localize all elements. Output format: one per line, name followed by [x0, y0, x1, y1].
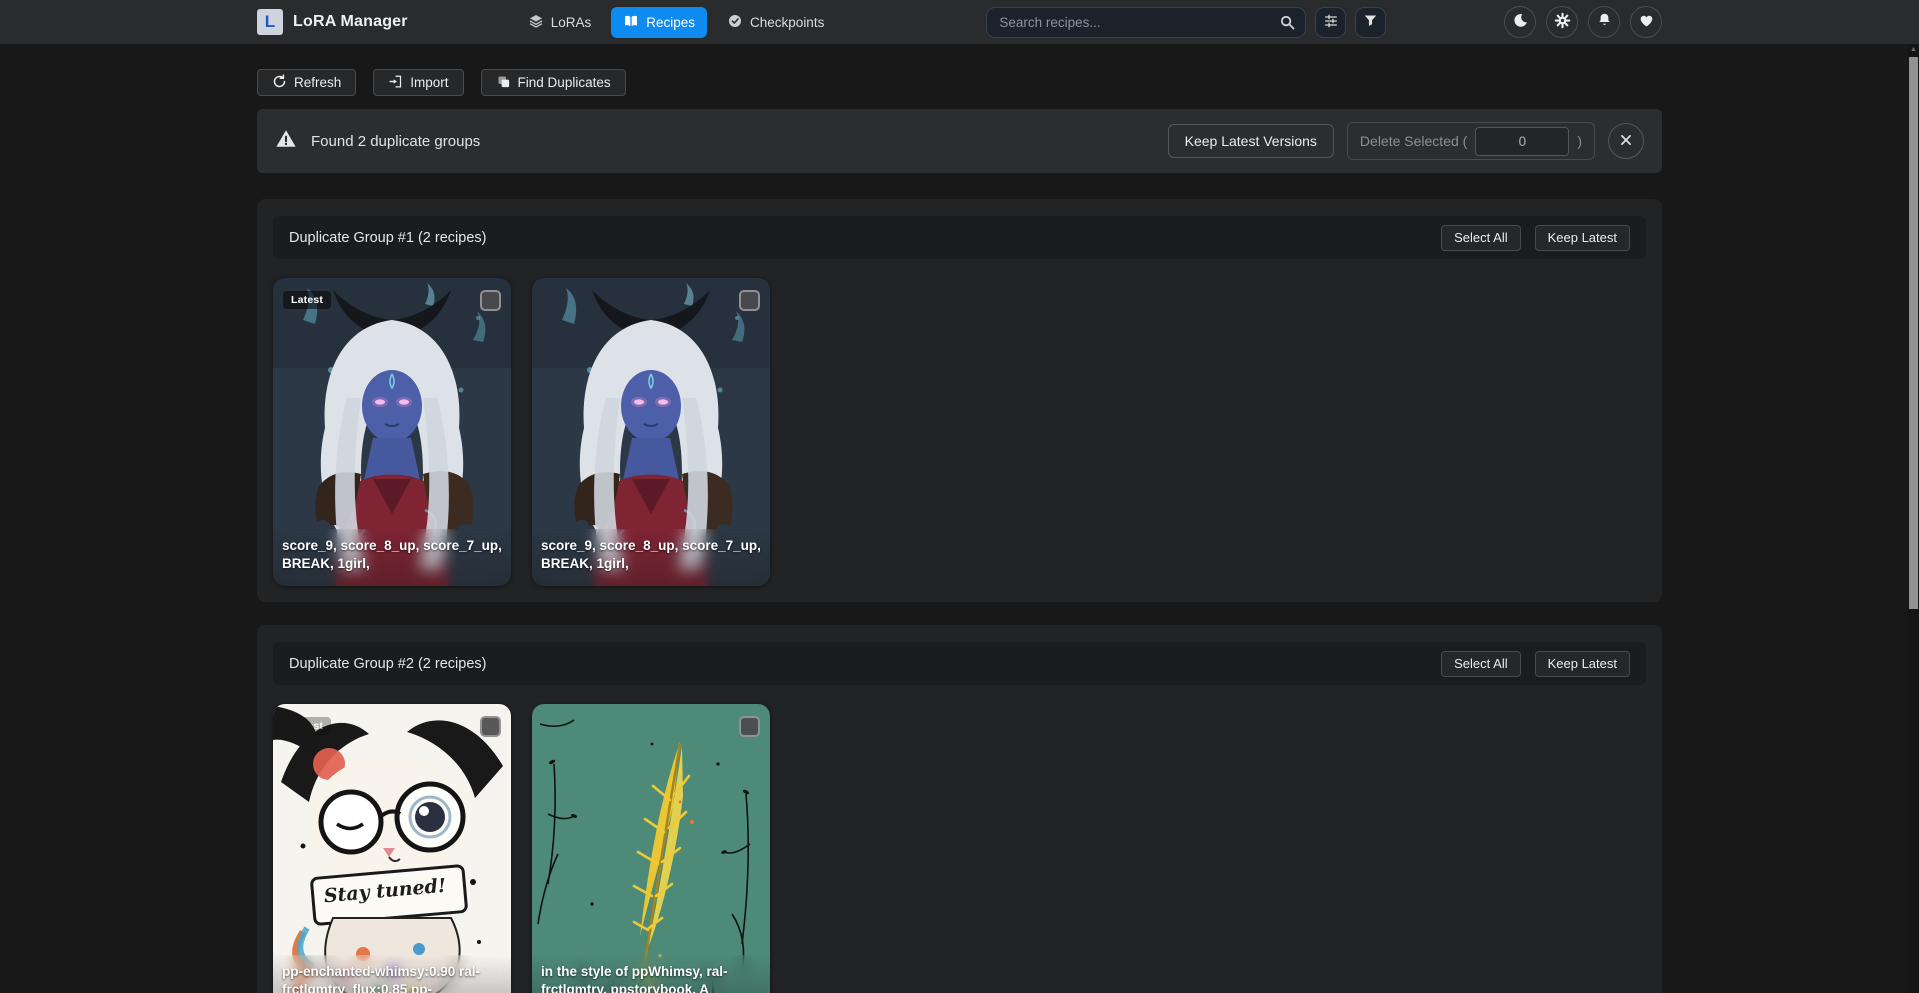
- app-logo[interactable]: L: [257, 9, 283, 35]
- filter-button[interactable]: [1355, 7, 1386, 38]
- favorites-button[interactable]: [1630, 6, 1662, 38]
- group-2-title: Duplicate Group #2 (2 recipes): [289, 656, 486, 672]
- group-1-select-all-button[interactable]: Select All: [1441, 225, 1520, 251]
- nav-loras-label: LoRAs: [551, 15, 592, 30]
- group-1-header: Duplicate Group #1 (2 recipes) Select Al…: [273, 216, 1646, 259]
- delete-selected-suffix: ): [1577, 133, 1582, 149]
- import-icon: [388, 74, 403, 92]
- main-content: Refresh Import Find Duplicates Found 2 d…: [257, 69, 1662, 993]
- nav-loras[interactable]: LoRAs: [516, 7, 604, 38]
- group-2-cards: Latest Stay tuned! pp-enchanted-whimsy:0…: [273, 704, 1646, 993]
- app-title: LoRA Manager: [293, 13, 408, 31]
- recipe-caption: in the style of ppWhimsy, ral-frctlgmtry…: [532, 955, 770, 993]
- main-nav: LoRAs Recipes Checkpoints: [516, 7, 837, 38]
- duplicate-icon: [496, 74, 511, 92]
- refresh-button[interactable]: Refresh: [257, 69, 356, 96]
- recipe-checkbox[interactable]: [739, 716, 760, 737]
- recipe-checkbox[interactable]: [739, 290, 760, 311]
- notifications-button[interactable]: [1588, 6, 1620, 38]
- recipe-card[interactable]: in the style of ppWhimsy, ral-frctlgmtry…: [532, 704, 770, 993]
- sliders-icon: [1323, 13, 1339, 32]
- group-1-cards: Latest score_9, score_8_up, score_7_up, …: [273, 278, 1646, 586]
- scrollbar-thumb[interactable]: [1909, 57, 1918, 609]
- recipe-checkbox[interactable]: [480, 290, 501, 311]
- refresh-label: Refresh: [294, 75, 341, 90]
- funnel-icon: [1363, 13, 1378, 31]
- import-label: Import: [410, 75, 448, 90]
- group-2-keep-latest-button[interactable]: Keep Latest: [1535, 651, 1630, 677]
- group-1-keep-latest-button[interactable]: Keep Latest: [1535, 225, 1630, 251]
- check-circle-icon: [727, 13, 743, 32]
- latest-badge: Latest: [283, 291, 331, 309]
- search-icon[interactable]: [1279, 14, 1296, 36]
- alert-message: Found 2 duplicate groups: [311, 133, 480, 150]
- moon-icon: [1512, 12, 1529, 32]
- nav-checkpoints-label: Checkpoints: [750, 15, 824, 30]
- delete-selected-prefix: Delete Selected (: [1360, 133, 1467, 149]
- refresh-icon: [272, 74, 287, 92]
- nav-recipes-label: Recipes: [646, 15, 695, 30]
- scrollbar-up-arrow[interactable]: ▲: [1908, 46, 1919, 53]
- delete-count-input[interactable]: [1475, 127, 1569, 156]
- warning-icon: [275, 128, 297, 154]
- recipe-checkbox[interactable]: [480, 716, 501, 737]
- dismiss-alert-button[interactable]: [1608, 123, 1644, 159]
- recipe-caption: score_9, score_8_up, score_7_up, BREAK, …: [532, 529, 770, 586]
- layers-icon: [528, 13, 544, 32]
- find-duplicates-button[interactable]: Find Duplicates: [481, 69, 626, 96]
- sort-options-button[interactable]: [1315, 7, 1346, 38]
- duplicate-group-1: Duplicate Group #1 (2 recipes) Select Al…: [257, 199, 1662, 602]
- nav-actions: [1504, 6, 1662, 38]
- delete-selected-button[interactable]: Delete Selected ( ): [1347, 122, 1595, 160]
- recipe-caption: pp-enchanted-whimsy:0.90 ral-frctlgmtry_…: [273, 955, 511, 993]
- nav-checkpoints[interactable]: Checkpoints: [715, 7, 836, 38]
- lora-manager-app: L LoRA Manager LoRAs Recipes Checkpoints: [0, 0, 1919, 993]
- search-area: [986, 7, 1386, 38]
- recipe-card[interactable]: Latest Stay tuned! pp-enchanted-whimsy:0…: [273, 704, 511, 993]
- duplicates-alert-banner: Found 2 duplicate groups Keep Latest Ver…: [257, 109, 1662, 173]
- gear-icon: [1554, 12, 1571, 32]
- recipe-card[interactable]: Latest score_9, score_8_up, score_7_up, …: [273, 278, 511, 586]
- find-duplicates-label: Find Duplicates: [518, 75, 611, 90]
- recipe-image-cat: [273, 704, 511, 993]
- page-scrollbar[interactable]: ▲: [1908, 44, 1919, 993]
- duplicate-group-2: Duplicate Group #2 (2 recipes) Select Al…: [257, 625, 1662, 993]
- import-button[interactable]: Import: [373, 69, 463, 96]
- theme-toggle-button[interactable]: [1504, 6, 1536, 38]
- toolbar: Refresh Import Find Duplicates: [257, 69, 1662, 96]
- close-icon: [1619, 133, 1633, 150]
- bell-icon: [1596, 12, 1613, 32]
- settings-button[interactable]: [1546, 6, 1578, 38]
- group-1-title: Duplicate Group #1 (2 recipes): [289, 230, 486, 246]
- brand[interactable]: L LoRA Manager: [257, 9, 408, 35]
- recipe-image-feather: [532, 704, 770, 993]
- latest-badge: Latest: [283, 717, 331, 735]
- recipe-caption: score_9, score_8_up, score_7_up, BREAK, …: [273, 529, 511, 586]
- top-nav: L LoRA Manager LoRAs Recipes Checkpoints: [0, 0, 1919, 44]
- book-icon: [623, 13, 639, 32]
- group-2-select-all-button[interactable]: Select All: [1441, 651, 1520, 677]
- keep-latest-versions-button[interactable]: Keep Latest Versions: [1168, 124, 1334, 158]
- group-2-header: Duplicate Group #2 (2 recipes) Select Al…: [273, 642, 1646, 685]
- nav-recipes[interactable]: Recipes: [611, 7, 707, 38]
- search-input[interactable]: [986, 7, 1306, 38]
- heart-icon: [1638, 12, 1655, 32]
- recipe-card[interactable]: score_9, score_8_up, score_7_up, BREAK, …: [532, 278, 770, 586]
